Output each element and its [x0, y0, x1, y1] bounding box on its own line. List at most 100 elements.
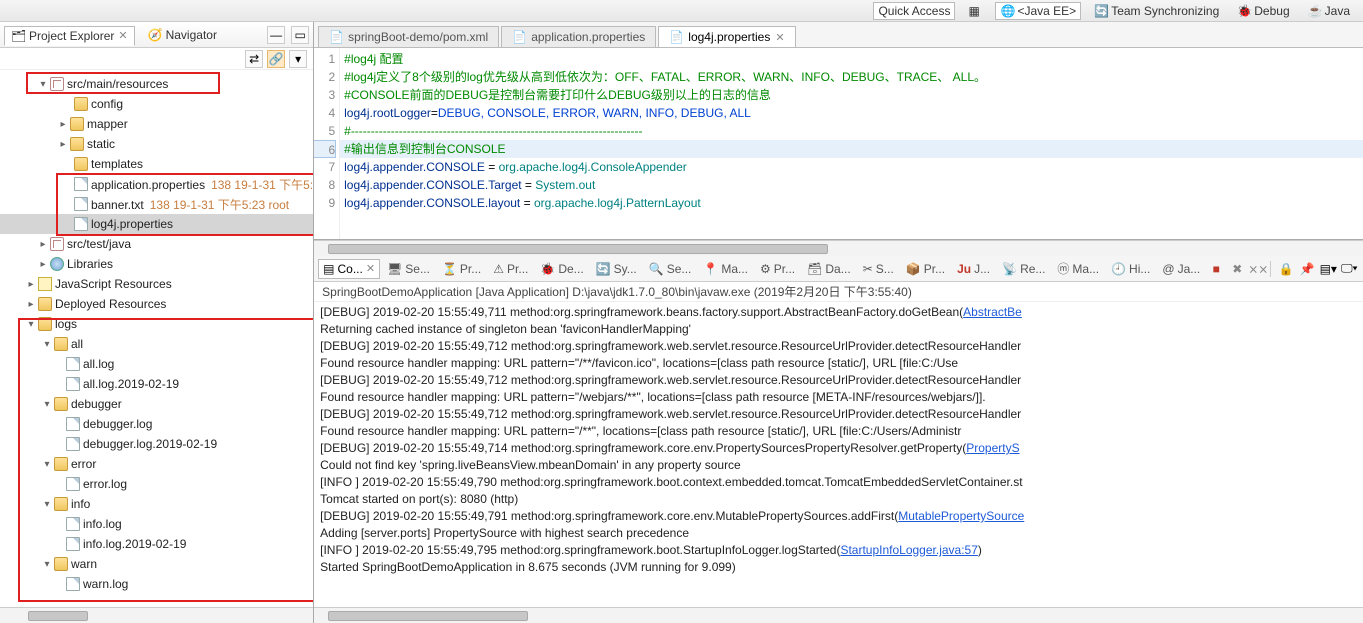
tab-javadoc[interactable]: @Ja... — [1157, 259, 1205, 279]
tree-static[interactable]: ▸static — [0, 134, 313, 154]
minimize-button[interactable]: — — [267, 26, 285, 44]
link[interactable]: StartupInfoLogger.java:57 — [840, 543, 977, 557]
history-icon: 🕘 — [1111, 262, 1126, 276]
file-icon — [66, 437, 80, 451]
file-icon — [66, 377, 80, 391]
open-console-button[interactable]: ▤▾ — [1319, 260, 1337, 278]
tab-synchronize[interactable]: 🔄Sy... — [591, 259, 642, 279]
tree-info-log-date[interactable]: info.log.2019-02-19 — [0, 534, 313, 554]
tab-history[interactable]: 🕘Hi... — [1106, 259, 1155, 279]
maximize-button[interactable]: ▭ — [291, 26, 309, 44]
java-button[interactable]: ☕Java — [1303, 2, 1355, 20]
console-horizontal-scrollbar[interactable] — [314, 607, 1363, 623]
tree-application-properties[interactable]: application.properties138 19-1-31 下午5: — [0, 174, 313, 194]
pin-button[interactable]: 📌 — [1298, 260, 1316, 278]
file-icon — [66, 417, 80, 431]
tree-debugger[interactable]: ▾debugger — [0, 394, 313, 414]
perspective-javaee-button[interactable]: 🌐<Java EE> — [995, 2, 1081, 20]
tree-debugger-log[interactable]: debugger.log — [0, 414, 313, 434]
remote-icon: 📡 — [1002, 262, 1017, 276]
project-icon: 📦 — [906, 262, 921, 276]
link[interactable]: AbstractBe — [963, 305, 1022, 319]
debug-button[interactable]: 🐞Debug — [1232, 2, 1294, 20]
javadoc-icon: @ — [1162, 262, 1174, 276]
tree-src-test-java[interactable]: ▸src/test/java — [0, 234, 313, 254]
tree-mapper[interactable]: ▸mapper — [0, 114, 313, 134]
console-process-label: SpringBootDemoApplication [Java Applicat… — [314, 282, 1363, 302]
editor-horizontal-scrollbar[interactable] — [314, 240, 1363, 256]
project-tree[interactable]: ▾src/main/resources config ▸mapper ▸stat… — [0, 70, 313, 607]
tab-progress[interactable]: ⏳Pr... — [437, 259, 486, 279]
close-icon[interactable]: ✕ — [775, 31, 784, 44]
tree-warn[interactable]: ▾warn — [0, 554, 313, 574]
tab-navigator[interactable]: 🧭 Navigator — [141, 25, 224, 45]
tab-datasource[interactable]: 🗃Da... — [802, 259, 856, 279]
tab-remote[interactable]: 📡Re... — [997, 259, 1050, 279]
scroll-lock-button[interactable]: 🔒 — [1277, 260, 1295, 278]
tree-error-log[interactable]: error.log — [0, 474, 313, 494]
tab-search[interactable]: 🔍Se... — [644, 259, 697, 279]
link[interactable]: MutablePropertySource — [898, 509, 1024, 523]
tree-src-main-resources[interactable]: ▾src/main/resources — [0, 74, 313, 94]
tab-project-explorer[interactable]: 🗂 Project Explorer ✕ — [4, 26, 135, 46]
code-area[interactable]: #log4j 配置 #log4j定义了8个级别的log优先级从高到低依次为：OF… — [340, 48, 1363, 239]
terminate-button[interactable]: ■ — [1207, 260, 1225, 278]
console-output[interactable]: [DEBUG] 2019-02-20 15:55:49,711 method:o… — [314, 302, 1363, 607]
tab-junit[interactable]: JuJ... — [952, 259, 995, 279]
tree-config[interactable]: config — [0, 94, 313, 114]
tab-properties[interactable]: ⚙Pr... — [755, 259, 800, 279]
link[interactable]: PropertyS — [966, 441, 1019, 455]
tree-info-log[interactable]: info.log — [0, 514, 313, 534]
library-icon — [50, 257, 64, 271]
tab-application-properties[interactable]: 📄application.properties — [501, 26, 656, 47]
maven-icon: ⓜ — [1057, 260, 1069, 277]
folder-icon — [70, 137, 84, 151]
tab-debug[interactable]: 🐞De... — [535, 259, 588, 279]
remove-all-button[interactable]: ⨯⨯ — [1249, 260, 1267, 278]
tab-problems[interactable]: ⚠Pr... — [488, 259, 533, 279]
tree-error[interactable]: ▾error — [0, 454, 313, 474]
tree-info[interactable]: ▾info — [0, 494, 313, 514]
package-icon — [50, 237, 64, 251]
tree-debugger-log-date[interactable]: debugger.log.2019-02-19 — [0, 434, 313, 454]
horizontal-scrollbar[interactable] — [0, 607, 313, 623]
tab-console[interactable]: ▤Co...✕ — [318, 259, 380, 279]
remove-terminated-button[interactable]: ✖ — [1228, 260, 1246, 278]
tree-templates[interactable]: templates — [0, 154, 313, 174]
folder-icon — [74, 157, 88, 171]
server-icon: 🖥 — [387, 262, 402, 276]
properties-icon: 📄 — [669, 30, 683, 44]
tree-deployed-resources[interactable]: ▸Deployed Resources — [0, 294, 313, 314]
tree-all-log-date[interactable]: all.log.2019-02-19 — [0, 374, 313, 394]
code-editor[interactable]: 123 456 789 #log4j 配置 #log4j定义了8个级别的log优… — [314, 48, 1363, 240]
link-editor-button[interactable]: 🔗 — [267, 50, 285, 68]
tree-js-resources[interactable]: ▸JavaScript Resources — [0, 274, 313, 294]
js-icon — [38, 277, 52, 291]
tree-logs[interactable]: ▾logs — [0, 314, 313, 334]
tab-log4j-properties[interactable]: 📄log4j.properties✕ — [658, 26, 795, 47]
tree-all[interactable]: ▾all — [0, 334, 313, 354]
tab-maven[interactable]: ⓜMa... — [1052, 257, 1104, 280]
view-menu-button[interactable]: ▾ — [289, 50, 307, 68]
team-sync-button[interactable]: 🔄Team Synchronizing — [1089, 2, 1224, 20]
tab-servers[interactable]: 🖥Se... — [382, 259, 435, 279]
snippets-icon: ✂ — [863, 262, 873, 276]
collapse-all-button[interactable]: ⇄ — [245, 50, 263, 68]
tab-markers[interactable]: 📍Ma... — [698, 259, 753, 279]
tree-libraries[interactable]: ▸Libraries — [0, 254, 313, 274]
tab-snippets[interactable]: ✂S... — [858, 259, 899, 279]
tab-pom-xml[interactable]: 📄springBoot-demo/pom.xml — [318, 26, 499, 47]
file-icon — [74, 217, 88, 231]
junit-icon: Ju — [957, 262, 971, 276]
quick-access-field[interactable]: Quick Access — [873, 2, 955, 20]
close-icon[interactable]: ✕ — [118, 29, 127, 42]
tree-banner-txt[interactable]: banner.txt138 19-1-31 下午5:23 root — [0, 194, 313, 214]
close-icon[interactable]: ✕ — [366, 262, 375, 275]
tree-warn-log[interactable]: warn.log — [0, 574, 313, 594]
display-button[interactable]: 🖵▾ — [1340, 260, 1358, 278]
perspective-btn[interactable]: ▦ — [963, 2, 987, 20]
folder-icon — [38, 297, 52, 311]
tree-all-log[interactable]: all.log — [0, 354, 313, 374]
tree-log4j-properties[interactable]: log4j.properties — [0, 214, 313, 234]
tab-project[interactable]: 📦Pr... — [901, 259, 950, 279]
